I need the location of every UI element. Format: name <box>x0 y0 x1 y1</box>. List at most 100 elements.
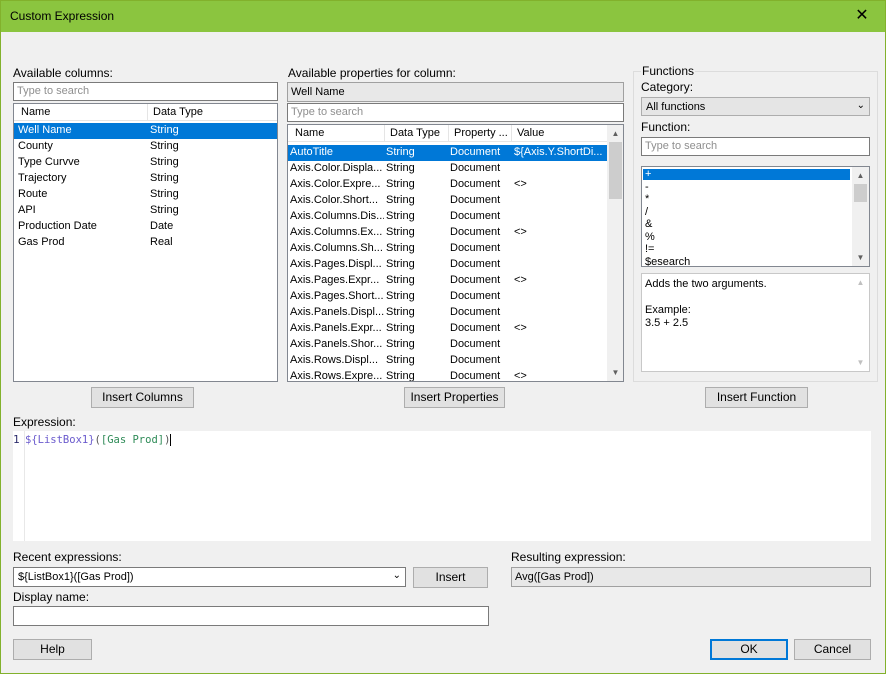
property-name: Axis.Pages.Expr... <box>290 274 380 286</box>
column-name: Production Date <box>18 220 97 232</box>
property-type: Document <box>450 322 501 334</box>
property-value: <> <box>514 370 527 382</box>
property-data-type: String <box>386 370 415 382</box>
property-value: <> <box>514 322 527 334</box>
expression-editor[interactable]: 1 ${ListBox1}([Gas Prod]) <box>13 431 871 541</box>
properties-scrollbar[interactable]: ▲ ▼ <box>607 125 623 381</box>
column-row[interactable]: Well Name String <box>14 123 277 139</box>
function-item[interactable]: - <box>643 181 850 193</box>
property-row[interactable]: Axis.Columns.Ex... String Document <> <box>288 225 607 241</box>
scroll-down-icon[interactable]: ▼ <box>852 249 869 266</box>
property-type: Document <box>450 258 501 270</box>
function-item[interactable]: % <box>643 231 850 243</box>
property-name: Axis.Color.Displa... <box>290 162 383 174</box>
property-name: Axis.Rows.Displ... <box>290 354 379 366</box>
property-header-name[interactable]: Name <box>290 125 385 142</box>
property-data-type: String <box>386 338 415 350</box>
cancel-button[interactable]: Cancel <box>794 639 871 660</box>
column-row[interactable]: Production Date Date <box>14 219 277 235</box>
property-name: Axis.Columns.Ex... <box>290 226 383 238</box>
ok-button[interactable]: OK <box>710 639 788 660</box>
property-row[interactable]: Axis.Columns.Dis... String Document <box>288 209 607 225</box>
property-name: Axis.Panels.Shor... <box>290 338 383 350</box>
close-icon[interactable]: ✕ <box>839 1 885 32</box>
function-item[interactable]: + <box>643 169 850 180</box>
property-data-type: String <box>386 274 415 286</box>
scroll-up-icon[interactable]: ▲ <box>852 167 869 184</box>
property-row[interactable]: Axis.Panels.Expr... String Document <> <box>288 321 607 337</box>
property-row[interactable]: Axis.Panels.Shor... String Document <box>288 337 607 353</box>
function-item[interactable]: $esearch <box>643 256 850 266</box>
property-row[interactable]: Axis.Color.Expre... String Document <> <box>288 177 607 193</box>
property-row[interactable]: Axis.Columns.Sh... String Document <box>288 241 607 257</box>
property-type: Document <box>450 194 501 206</box>
properties-search-input[interactable]: Type to search <box>287 103 624 122</box>
property-row[interactable]: AutoTitle String Document ${Axis.Y.ShortDi.… <box>288 145 607 161</box>
property-type: Document <box>450 242 501 254</box>
property-type: Document <box>450 306 501 318</box>
columns-list-header: Name Data Type <box>14 104 277 121</box>
column-row[interactable]: Route String <box>14 187 277 203</box>
recent-expressions-select[interactable]: ${ListBox1}([Gas Prod]) ⌄ <box>13 567 406 587</box>
insert-properties-button[interactable]: Insert Properties <box>404 387 505 408</box>
property-name: Axis.Panels.Displ... <box>290 306 384 318</box>
property-row[interactable]: Axis.Rows.Expre... String Document <> <box>288 369 607 382</box>
help-button[interactable]: Help <box>13 639 92 660</box>
property-data-type: String <box>386 194 415 206</box>
column-row[interactable]: API String <box>14 203 277 219</box>
column-name: Well Name <box>18 124 72 136</box>
scroll-up-icon[interactable]: ▲ <box>852 274 869 291</box>
property-data-type: String <box>386 242 415 254</box>
property-row[interactable]: Axis.Rows.Displ... String Document <box>288 353 607 369</box>
property-data-type: String <box>386 146 415 158</box>
category-label: Category: <box>641 80 694 94</box>
property-row[interactable]: Axis.Pages.Expr... String Document <> <box>288 273 607 289</box>
column-name: API <box>18 204 36 216</box>
columns-search-input[interactable]: Type to search <box>13 82 278 101</box>
function-list-scrollbar[interactable]: ▲ ▼ <box>852 167 869 266</box>
property-row[interactable]: Axis.Color.Short... String Document <box>288 193 607 209</box>
column-header-data-type[interactable]: Data Type <box>148 104 277 121</box>
column-row[interactable]: Trajectory String <box>14 171 277 187</box>
function-item[interactable]: != <box>643 244 850 255</box>
function-list: + - * / &% != $esearch ▲ ▼ <box>641 166 870 267</box>
scroll-down-icon[interactable]: ▼ <box>607 364 623 381</box>
column-row[interactable]: County String <box>14 139 277 155</box>
text-cursor <box>170 434 172 446</box>
function-item[interactable]: * <box>643 194 850 205</box>
property-data-type: String <box>386 178 415 190</box>
function-item[interactable]: & <box>643 219 850 230</box>
property-row[interactable]: Axis.Color.Displa... String Document <box>288 161 607 177</box>
description-example-label: Example: <box>645 304 691 316</box>
function-item[interactable]: / <box>643 206 850 218</box>
properties-list-header: Name Data Type Property ... Value <box>288 125 608 142</box>
insert-function-button[interactable]: Insert Function <box>705 387 808 408</box>
function-search-input[interactable]: Type to search <box>641 137 870 156</box>
column-row[interactable]: Type Curvve String <box>14 155 277 171</box>
property-header-property-type[interactable]: Property ... <box>449 125 512 142</box>
property-type: Document <box>450 338 501 350</box>
scroll-thumb[interactable] <box>609 142 622 199</box>
property-name: Axis.Pages.Displ... <box>290 258 382 270</box>
column-data-type: String <box>150 124 179 136</box>
resulting-expression-field: Avg([Gas Prod]) <box>511 567 871 587</box>
category-select[interactable]: All functions ⌄ <box>641 97 870 116</box>
title-bar: Custom Expression ✕ <box>1 1 885 32</box>
property-row[interactable]: Axis.Pages.Short... String Document <box>288 289 607 305</box>
property-header-data-type[interactable]: Data Type <box>385 125 449 142</box>
scroll-thumb[interactable] <box>854 184 867 202</box>
column-row[interactable]: Gas Prod Real <box>14 235 277 251</box>
display-name-input[interactable] <box>13 606 489 626</box>
scroll-up-icon[interactable]: ▲ <box>607 125 623 142</box>
property-name: Axis.Rows.Expre... <box>290 370 383 382</box>
insert-columns-button[interactable]: Insert Columns <box>91 387 194 408</box>
column-data-type: String <box>150 188 179 200</box>
description-text: Adds the two arguments. <box>645 278 767 290</box>
property-header-value[interactable]: Value <box>512 125 608 142</box>
scroll-down-icon[interactable]: ▼ <box>852 354 869 371</box>
property-row[interactable]: Axis.Pages.Displ... String Document <box>288 257 607 273</box>
insert-recent-button[interactable]: Insert <box>413 567 488 588</box>
description-scrollbar[interactable]: ▲ ▼ <box>852 274 869 371</box>
column-header-name[interactable]: Name <box>16 104 148 121</box>
property-row[interactable]: Axis.Panels.Displ... String Document <box>288 305 607 321</box>
